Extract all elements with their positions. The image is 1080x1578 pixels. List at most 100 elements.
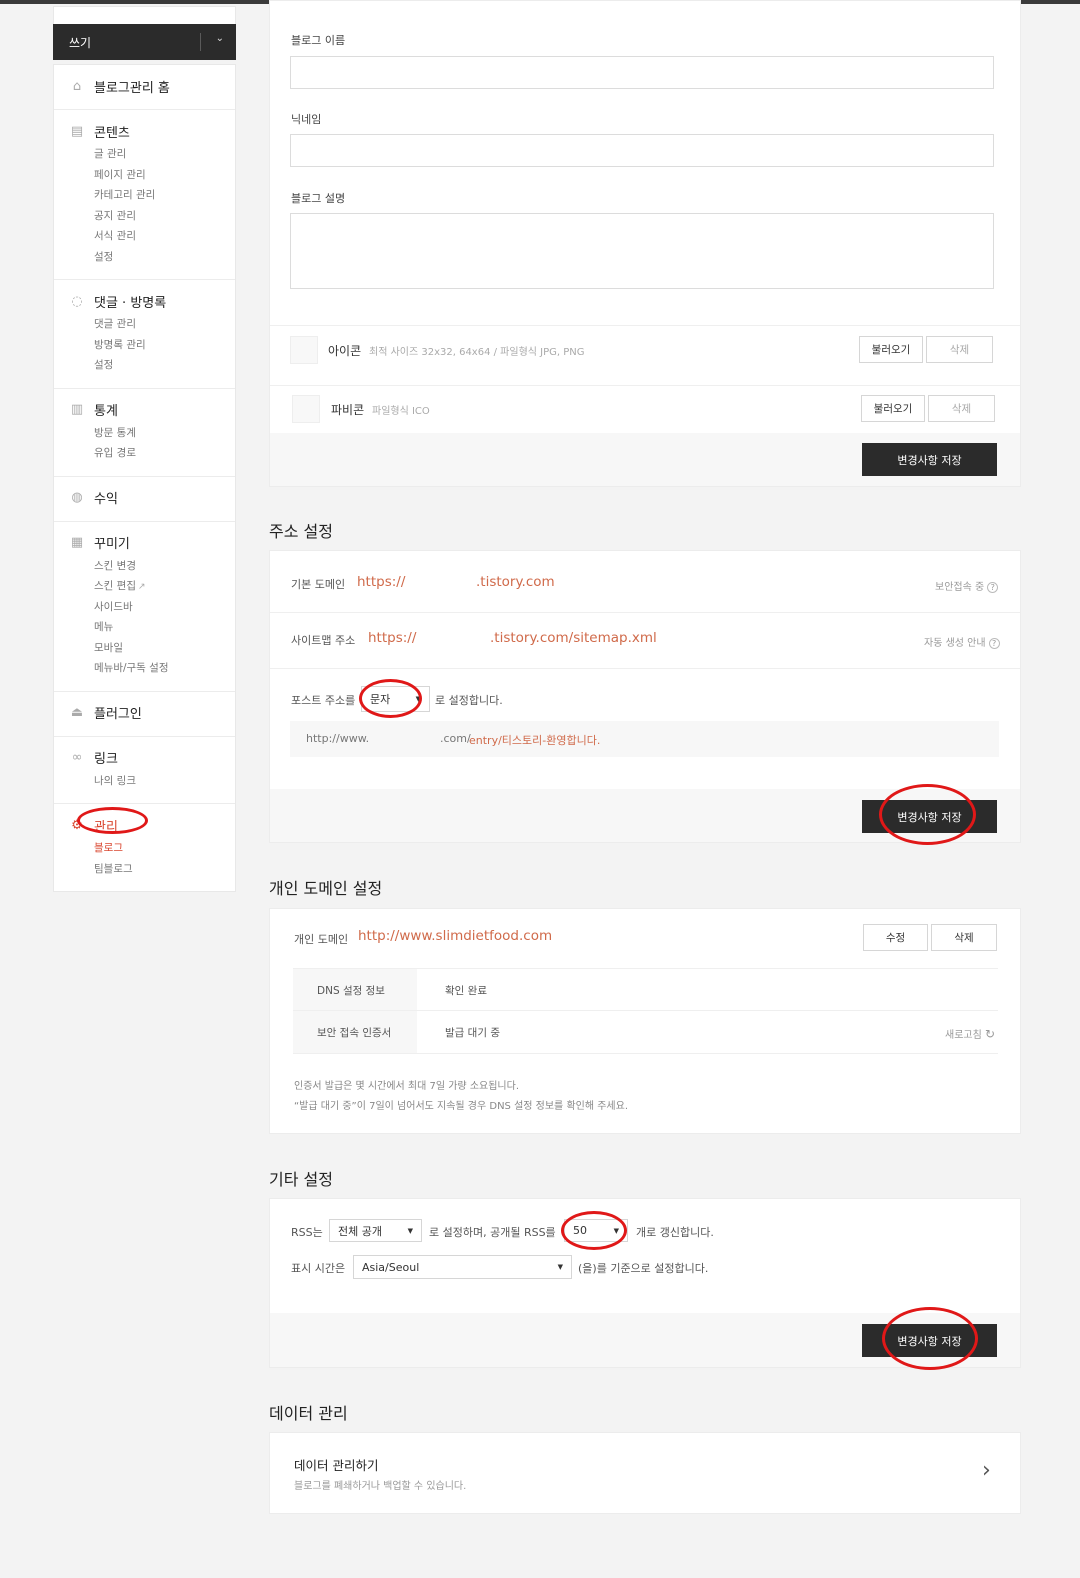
blog-name-input[interactable] xyxy=(290,56,994,89)
gear-icon: ⚙ xyxy=(71,817,83,833)
data-section-title: 데이터 관리 xyxy=(269,1404,348,1423)
favicon-load-button[interactable]: 불러오기 xyxy=(861,395,925,422)
nav-section-design: ▦ 꾸미기 스킨 변경 스킨 편집 ↗ 사이드바 메뉴 모바일 메뉴바/구독 설정 xyxy=(54,522,235,692)
nav-section-content: ▤ 콘텐츠 글 관리 페이지 관리 카테고리 관리 공지 관리 서식 관리 설정 xyxy=(54,110,235,280)
rss-visibility-select[interactable]: 전체 공개 ▼ xyxy=(329,1219,422,1242)
help-icon[interactable]: ? xyxy=(988,637,1000,649)
nickname-input[interactable] xyxy=(290,134,994,167)
description-label: 블로그 설명 xyxy=(291,192,346,205)
sitemap-label: 사이트맵 주소 xyxy=(291,634,356,647)
sidebar-item-design[interactable]: ▦ 꾸미기 xyxy=(68,532,235,554)
post-address-select[interactable]: 문자 ▼ xyxy=(361,686,430,712)
example-path: entry/티스토리-환영합니다. xyxy=(469,734,601,747)
nav-section-home: ⌂ 블로그관리 홈 xyxy=(54,65,235,110)
refresh-button[interactable]: 새로고침 ↻ xyxy=(945,1026,995,1041)
sidebar-subitem[interactable]: 글 관리 xyxy=(94,144,235,165)
sidebar-subitem[interactable]: 댓글 관리 xyxy=(94,314,235,335)
sidebar-subitem[interactable]: 모바일 xyxy=(94,638,235,659)
sidebar-subitem[interactable]: 방문 통계 xyxy=(94,423,235,444)
favicon-delete-button[interactable]: 삭제 xyxy=(928,395,995,422)
divider xyxy=(270,612,1020,613)
domain-info-header-col xyxy=(293,969,417,1053)
sidebar-item-home[interactable]: ⌂ 블로그관리 홈 xyxy=(68,75,235,97)
sidebar-item-label: 통계 xyxy=(94,404,118,419)
post-address-prefix: 포스트 주소를 xyxy=(291,694,356,707)
sidebar-subitem[interactable]: 스킨 변경 xyxy=(94,556,235,577)
help-icon[interactable]: ? xyxy=(987,581,999,593)
address-save-button[interactable]: 변경사항 저장 xyxy=(862,800,997,833)
sidebar-subitem[interactable]: 나의 링크 xyxy=(94,771,235,792)
blog-info-save-button[interactable]: 변경사항 저장 xyxy=(862,443,997,476)
rss-mid: 로 설정하며, 공개될 RSS를 xyxy=(429,1226,556,1239)
description-textarea[interactable] xyxy=(290,213,994,289)
sidebar-subitem[interactable]: 메뉴 xyxy=(94,617,235,638)
home-icon: ⌂ xyxy=(72,78,82,94)
sidebar-item-label: 댓글 · 방명록 xyxy=(94,295,167,311)
sidebar-top-spacer xyxy=(53,6,236,24)
sidebar-item-stats[interactable]: ▥ 통계 xyxy=(68,399,235,421)
timezone-select[interactable]: Asia/Seoul ▼ xyxy=(353,1255,572,1279)
sidebar-item-label: 꾸미기 xyxy=(94,537,130,552)
sidebar-item-label: 관리 xyxy=(94,819,118,835)
sidebar-item-revenue[interactable]: ◍ 수익 xyxy=(68,487,235,509)
default-domain-label: 기본 도메인 xyxy=(291,578,346,591)
sidebar-item-content[interactable]: ▤ 콘텐츠 xyxy=(68,120,235,142)
divider xyxy=(293,1053,998,1054)
icon-delete-button[interactable]: 삭제 xyxy=(926,336,993,363)
sidebar-subitem[interactable]: 공지 관리 xyxy=(94,206,235,227)
data-manage-title: 데이터 관리하기 xyxy=(294,1458,379,1473)
sidebar-subitem[interactable]: 스킨 편집 ↗ xyxy=(94,576,235,597)
sitemap-suffix: .tistory.com/sitemap.xml xyxy=(490,630,657,646)
sidebar-subitem[interactable]: 방명록 관리 xyxy=(94,335,235,356)
post-address-suffix: 로 설정합니다. xyxy=(435,694,503,707)
data-manage-link[interactable] xyxy=(269,1432,1021,1514)
sidebar-item-label: 플러그인 xyxy=(94,707,142,722)
blog-name-label: 블로그 이름 xyxy=(291,34,346,47)
sitemap-help: 자동 생성 안내? xyxy=(924,634,1000,649)
chevron-right-icon[interactable]: › xyxy=(982,1458,991,1483)
sidebar-subitem[interactable]: 메뉴바/구독 설정 xyxy=(94,658,235,679)
write-button[interactable]: 쓰기 ⌄ xyxy=(53,24,236,60)
sidebar-item-label: 수익 xyxy=(94,492,118,507)
sidebar-item-comments[interactable]: ◌ 댓글 · 방명록 xyxy=(68,290,235,312)
refresh-label: 새로고침 xyxy=(945,1030,982,1041)
rss-count-select[interactable]: 50 ▼ xyxy=(564,1219,628,1242)
other-save-button[interactable]: 변경사항 저장 xyxy=(862,1324,997,1357)
sidebar-subitem[interactable]: 설정 xyxy=(94,355,235,376)
sidebar-subitem[interactable]: 서식 관리 xyxy=(94,226,235,247)
refresh-icon: ↻ xyxy=(985,1027,996,1041)
sidebar-item-manage[interactable]: ⚙ 관리 xyxy=(68,814,235,836)
sidebar-subitem[interactable]: 페이지 관리 xyxy=(94,165,235,186)
sidebar-item-plugin[interactable]: ⏏ 플러그인 xyxy=(68,702,235,724)
favicon-label: 파비콘 xyxy=(331,403,365,417)
example-mid: .com/ xyxy=(440,732,471,745)
sidebar-subitem-blog[interactable]: 블로그 xyxy=(94,838,235,859)
divider xyxy=(270,325,1020,326)
sidebar-subitem[interactable]: 사이드바 xyxy=(94,597,235,618)
favicon-hint: 파일형식 ICO xyxy=(372,406,430,417)
chevron-down-icon[interactable]: ⌄ xyxy=(216,33,224,44)
domain-edit-button[interactable]: 수정 xyxy=(863,924,928,951)
sidebar-subitem[interactable]: 유입 경로 xyxy=(94,443,235,464)
revenue-icon: ◍ xyxy=(71,490,83,505)
rss-suffix: 개로 갱신합니다. xyxy=(636,1226,714,1239)
personal-domain-label: 개인 도메인 xyxy=(294,933,349,946)
sitemap-prefix: https:// xyxy=(368,630,417,646)
example-prefix: http://www. xyxy=(306,732,370,745)
document-icon: ▤ xyxy=(70,123,84,139)
sidebar-subitem[interactable]: 카테고리 관리 xyxy=(94,185,235,206)
domain-delete-button[interactable]: 삭제 xyxy=(931,924,997,951)
sidebar-item-link[interactable]: ∞ 링크 xyxy=(68,747,235,769)
personal-domain-value[interactable]: http://www.slimdietfood.com xyxy=(358,928,552,944)
nav-section-stats: ▥ 통계 방문 통계 유입 경로 xyxy=(54,389,235,477)
sidebar-subitem[interactable]: 설정 xyxy=(94,247,235,268)
caret-down-icon: ▼ xyxy=(407,1226,413,1235)
plugin-icon: ⏏ xyxy=(70,705,84,720)
sidebar-subitem[interactable]: 팀블로그 xyxy=(94,859,235,880)
sidebar: 쓰기 ⌄ ⌂ 블로그관리 홈 ▤ 콘텐츠 글 관리 페이지 관리 카테고리 관리 공… xyxy=(53,6,236,892)
cert-label: 보안 접속 인증서 xyxy=(317,1027,392,1039)
sitemap-help-label: 자동 생성 안내 xyxy=(924,638,986,649)
divider xyxy=(293,1010,998,1011)
divider xyxy=(270,668,1020,669)
icon-load-button[interactable]: 불러오기 xyxy=(859,336,923,363)
